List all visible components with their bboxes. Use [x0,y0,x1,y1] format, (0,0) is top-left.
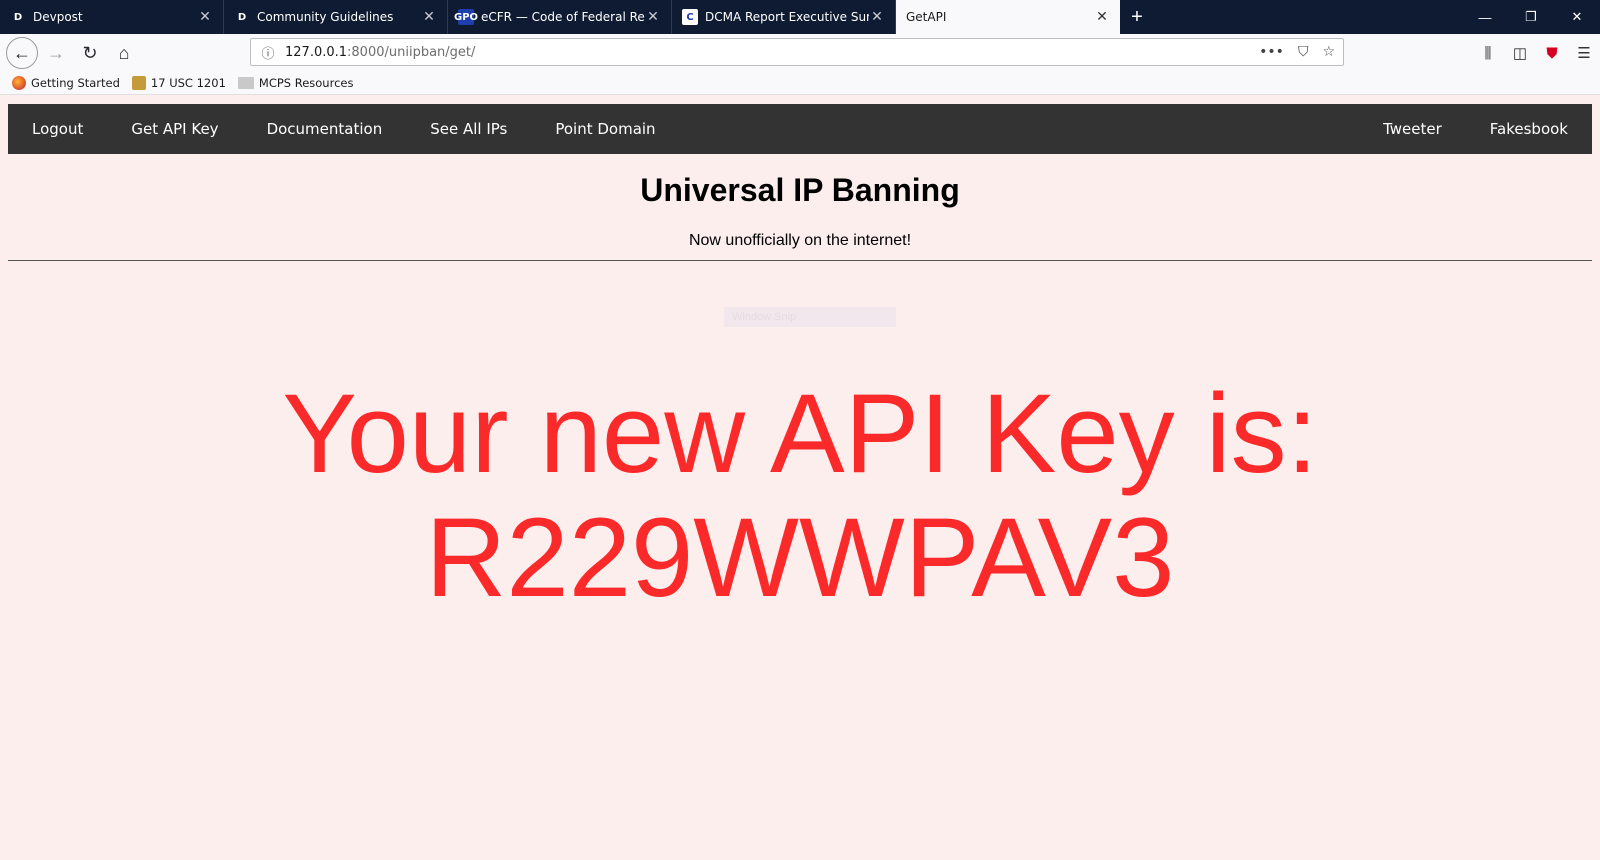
window-controls: — ❐ ✕ [1462,0,1600,34]
tab-devpost[interactable]: D Devpost ✕ [0,0,224,34]
bookmark-17-usc-1201[interactable]: 17 USC 1201 [131,76,226,90]
close-window-icon[interactable]: ✕ [1554,0,1600,34]
c-favicon-icon: C [682,9,698,25]
seal-icon [131,76,146,90]
bookmark-mcps-resources[interactable]: MCPS Resources [237,76,354,90]
bookmark-star-icon[interactable]: ☆ [1322,44,1335,60]
shield-icon[interactable]: ⛊ [1536,45,1568,62]
nav-documentation[interactable]: Documentation [243,104,407,154]
library-icon[interactable]: ⫼ [1472,45,1504,62]
gpo-favicon-icon: GPO [454,9,478,25]
nav-toolbar: ← → ↻ ⌂ ⓘ 127.0.0.1:8000/uniipban/get/ •… [0,34,1600,72]
url-bar[interactable]: ⓘ 127.0.0.1:8000/uniipban/get/ ••• ⛉ ☆ [250,38,1344,66]
bookmark-label: Getting Started [31,76,120,90]
snip-label: Window Snip [732,311,797,323]
url-host: 127.0.0.1 [285,44,348,60]
forward-arrow-icon[interactable]: → [40,37,72,69]
tab-strip: D Devpost ✕ D Community Guidelines ✕ GPO… [0,0,1600,34]
site-navbar: Logout Get API Key Documentation See All… [8,104,1592,154]
home-icon[interactable]: ⌂ [108,37,140,69]
tab-dcma-report[interactable]: C DCMA Report Executive Summ ✕ [672,0,896,34]
nav-logout[interactable]: Logout [8,104,107,154]
bookmark-label: 17 USC 1201 [150,76,226,90]
tab-title: DCMA Report Executive Summ [705,10,869,24]
site-info-icon[interactable]: ⓘ [255,43,281,62]
bookmarks-bar: Getting Started 17 USC 1201 MCPS Resourc… [0,72,1600,95]
api-key-heading: Your new API Key is: [282,371,1318,496]
close-tab-icon[interactable]: ✕ [197,9,213,25]
api-key-message: Your new API Key is: R229WWPAV3 [0,372,1600,620]
close-tab-icon[interactable]: ✕ [869,9,885,25]
firefox-icon [12,76,26,90]
bookmark-getting-started[interactable]: Getting Started [12,76,120,90]
devpost-favicon-icon: D [234,9,250,25]
new-tab-plus-icon[interactable]: + [1120,0,1154,34]
tab-community-guidelines[interactable]: D Community Guidelines ✕ [224,0,448,34]
bookmark-label: MCPS Resources [258,76,354,90]
menu-hamburger-icon[interactable]: ☰ [1568,44,1600,62]
url-actions: ••• ⛉ ☆ [1259,44,1335,60]
tab-title: eCFR — Code of Federal Regula [481,10,645,24]
close-tab-icon[interactable]: ✕ [645,9,661,25]
api-key-value: R229WWPAV3 [425,495,1175,620]
close-tab-icon[interactable]: ✕ [1094,9,1110,25]
url-path: :8000/uniipban/get/ [347,44,476,60]
nav-right-group: Tweeter Fakesbook [1359,104,1592,154]
minimize-icon[interactable]: — [1462,0,1508,34]
nav-tweeter[interactable]: Tweeter [1359,104,1466,154]
tab-title: Community Guidelines [257,10,394,24]
header-divider [8,260,1592,261]
window-snip-overlay: Window Snip [724,307,896,327]
page-title: Universal IP Banning [640,172,960,208]
more-actions-icon[interactable]: ••• [1259,44,1284,60]
nav-point-domain[interactable]: Point Domain [531,104,679,154]
tab-getapi[interactable]: GetAPI ✕ [896,0,1120,34]
restore-icon[interactable]: ❐ [1508,0,1554,34]
tab-ecfr[interactable]: GPO eCFR — Code of Federal Regula ✕ [448,0,672,34]
pocket-icon[interactable]: ⛉ [1298,44,1309,60]
back-arrow-icon[interactable]: ← [6,37,38,69]
close-tab-icon[interactable]: ✕ [421,9,437,25]
reload-icon[interactable]: ↻ [74,37,106,69]
nav-see-all-ips[interactable]: See All IPs [406,104,531,154]
nav-get-api-key[interactable]: Get API Key [107,104,242,154]
folder-icon [237,77,254,89]
tab-title: GetAPI [906,10,947,24]
toolbar-right: ⫼ ◫ ⛊ ☰ [1472,34,1600,72]
tab-title: Devpost [33,10,83,24]
page-tagline: Now unofficially on the internet! [688,232,912,249]
devpost-favicon-icon: D [10,9,26,25]
nav-fakesbook[interactable]: Fakesbook [1466,104,1592,154]
sidebar-icon[interactable]: ◫ [1504,44,1536,62]
